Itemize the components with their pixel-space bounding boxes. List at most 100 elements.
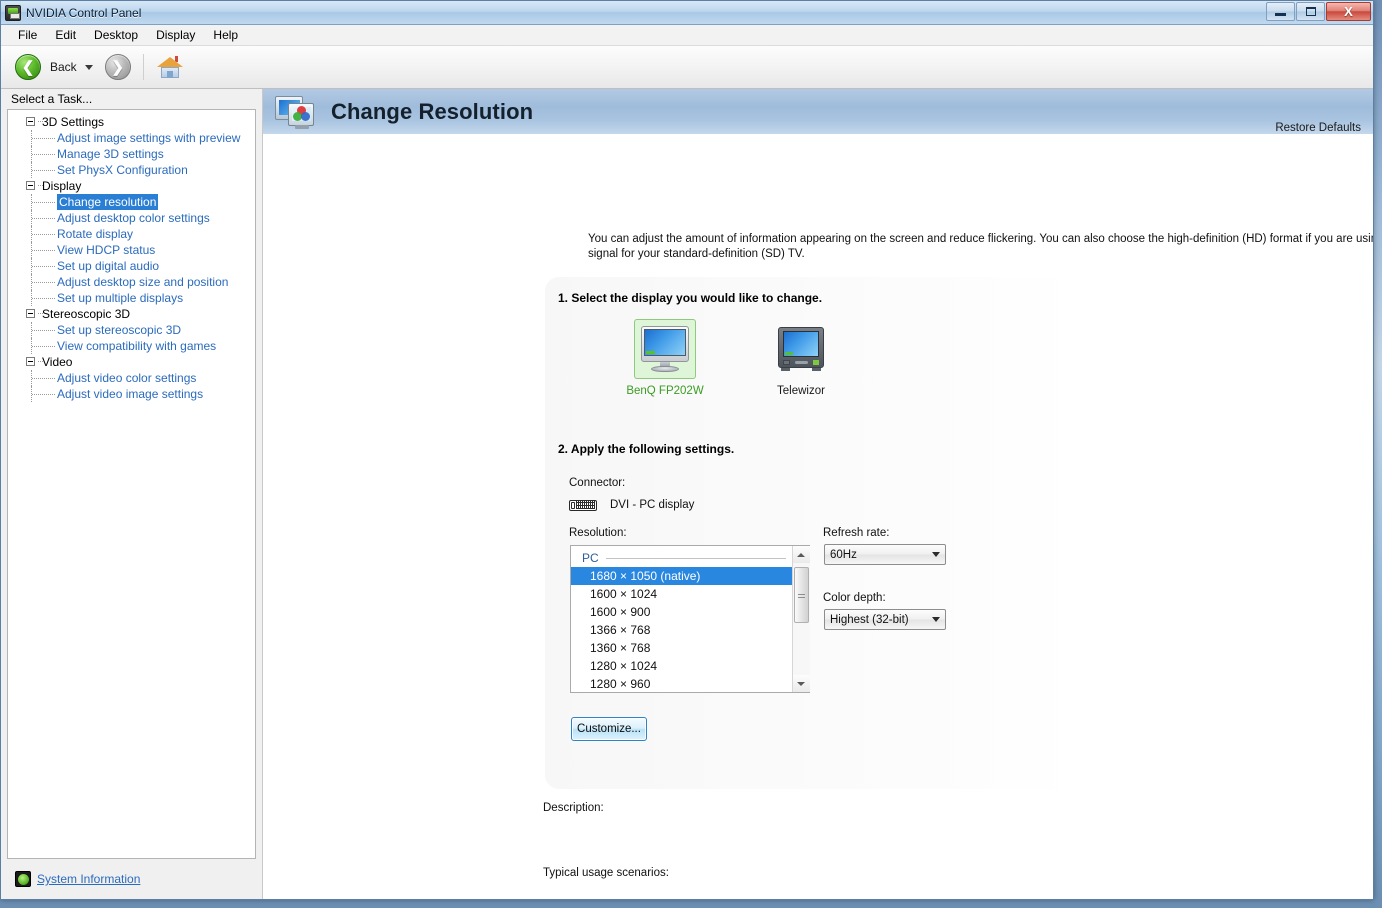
resolution-listbox[interactable]: PC 1680 × 1050 (native) 1600 × 1024 1600… — [570, 545, 810, 693]
customize-button[interactable]: Customize... — [571, 717, 647, 741]
tree-line-h — [32, 234, 55, 235]
chevron-down-icon[interactable] — [84, 64, 93, 70]
scrollbar-thumb[interactable] — [793, 567, 809, 623]
refresh-rate-dropdown[interactable]: 60Hz — [824, 544, 946, 565]
menu-item-file[interactable]: File — [9, 26, 46, 44]
settings-panel: 1. Select the display you would like to … — [545, 277, 1227, 789]
maximize-button[interactable] — [1296, 2, 1325, 21]
sidebar-item-label: Set up stereoscopic 3D — [57, 323, 182, 337]
typical-usage-label: Typical usage scenarios: — [543, 867, 669, 879]
color-depth-label: Color depth: — [823, 592, 886, 604]
resolution-item[interactable]: 1366 × 768 — [571, 621, 792, 639]
collapse-icon[interactable] — [26, 357, 35, 366]
resolution-item[interactable]: 1360 × 768 — [571, 639, 792, 657]
collapse-icon[interactable] — [26, 117, 35, 126]
resolution-list[interactable]: PC 1680 × 1050 (native) 1600 × 1024 1600… — [571, 546, 792, 692]
step1-label: 1. Select the display you would like to … — [558, 291, 823, 305]
tree-connector-line — [38, 121, 43, 122]
system-information-row[interactable]: System Information — [1, 859, 262, 899]
roof-icon — [156, 57, 183, 67]
tree-group-header-display[interactable]: Display — [8, 178, 255, 194]
tree-connector-line — [38, 361, 43, 362]
toolbar-separator — [142, 54, 144, 80]
sidebar-item-label: Adjust desktop size and position — [57, 275, 229, 289]
sidebar-item-label: Adjust video image settings — [57, 387, 204, 401]
sidebar-item-set-up-multiple-displays[interactable]: Set up multiple displays — [8, 290, 255, 306]
sidebar-item-change-resolution[interactable]: Change resolution — [8, 194, 255, 210]
sidebar-item-view-compatibility-with-games[interactable]: View compatibility with games — [8, 338, 255, 354]
main-area: Select a Task... 3D Settings Adjust imag… — [1, 89, 1373, 899]
sidebar-item-label: Set PhysX Configuration — [57, 163, 188, 177]
sidebar-item-label: Rotate display — [57, 227, 134, 241]
sidebar-item-adjust-desktop-color-settings[interactable]: Adjust desktop color settings — [8, 210, 255, 226]
sidebar-item-manage-3d-settings[interactable]: Manage 3D settings — [8, 146, 255, 162]
sidebar-item-adjust-image-settings[interactable]: Adjust image settings with preview — [8, 130, 255, 146]
sidebar-item-view-hdcp-status[interactable]: View HDCP status — [8, 242, 255, 258]
chevron-down-icon — [797, 681, 805, 686]
door-icon — [166, 71, 173, 78]
tree-line-h — [32, 202, 55, 203]
content-pane: Change Resolution Restore Defaults You c… — [263, 89, 1373, 899]
forward-arrow-icon: ❯ — [111, 58, 124, 76]
tree-group-stereoscopic-3d: Stereoscopic 3D Set up stereoscopic 3D V… — [8, 306, 255, 354]
collapse-icon[interactable] — [26, 309, 35, 318]
task-sidebar: Select a Task... 3D Settings Adjust imag… — [1, 89, 263, 899]
tree-group-3d-settings: 3D Settings Adjust image settings with p… — [8, 114, 255, 178]
resolution-item[interactable]: 1680 × 1050 (native) — [571, 567, 792, 585]
resolution-item[interactable]: 1600 × 1024 — [571, 585, 792, 603]
resolution-item[interactable]: 1280 × 1024 — [571, 657, 792, 675]
tree-line-h — [32, 154, 55, 155]
resolution-item[interactable]: 1600 × 900 — [571, 603, 792, 621]
display-color-icon — [275, 94, 317, 130]
connector-row: DVI - PC display — [569, 499, 694, 511]
resolution-scrollbar[interactable] — [792, 546, 810, 692]
maximize-icon — [1305, 7, 1316, 16]
home-button[interactable] — [156, 55, 183, 79]
sidebar-item-adjust-video-image-settings[interactable]: Adjust video image settings — [8, 386, 255, 402]
back-button[interactable]: ❮ — [15, 54, 41, 80]
sidebar-item-label: Set up multiple displays — [57, 291, 184, 305]
scroll-up-button[interactable] — [792, 546, 810, 563]
chevron-down-icon — [932, 617, 940, 622]
resolution-item[interactable]: 1280 × 960 — [571, 675, 792, 692]
sidebar-item-set-physx-configuration[interactable]: Set PhysX Configuration — [8, 162, 255, 178]
monitor-stand-icon — [295, 124, 309, 129]
rgb-circles-icon — [293, 105, 310, 122]
lcd-monitor-icon[interactable] — [634, 319, 696, 379]
connector-value: DVI - PC display — [610, 499, 695, 511]
menu-item-edit[interactable]: Edit — [46, 26, 85, 44]
sidebar-item-adjust-desktop-size-and-position[interactable]: Adjust desktop size and position — [8, 274, 255, 290]
forward-button[interactable]: ❯ — [104, 54, 131, 80]
crt-tv-icon[interactable] — [770, 319, 832, 379]
menu-item-help[interactable]: Help — [204, 26, 247, 44]
nvidia-icon — [5, 4, 21, 21]
display-selector: BenQ FP202W Telewizor — [626, 319, 837, 397]
refresh-rate-label: Refresh rate: — [823, 527, 890, 539]
tree-group-header-video[interactable]: Video — [8, 354, 255, 370]
back-label[interactable]: Back — [50, 60, 77, 74]
scroll-down-button[interactable] — [792, 675, 810, 692]
display-option-telewizor[interactable]: Telewizor — [765, 319, 837, 397]
menu-item-desktop[interactable]: Desktop — [85, 26, 147, 44]
tree-group-header-stereoscopic-3d[interactable]: Stereoscopic 3D — [8, 306, 255, 322]
sidebar-item-rotate-display[interactable]: Rotate display — [8, 226, 255, 242]
tree-group-header-3d-settings[interactable]: 3D Settings — [8, 114, 255, 130]
minimize-button[interactable] — [1266, 2, 1295, 21]
scrollbar-track[interactable] — [792, 563, 810, 675]
display-option-benq[interactable]: BenQ FP202W — [626, 319, 704, 397]
chevron-down-icon — [932, 552, 940, 557]
color-depth-dropdown[interactable]: Highest (32-bit) — [824, 609, 946, 630]
sidebar-item-adjust-video-color-settings[interactable]: Adjust video color settings — [8, 370, 255, 386]
tree-line-h — [32, 394, 55, 395]
tree-group-label: 3D Settings — [42, 115, 105, 129]
collapse-icon[interactable] — [26, 181, 35, 190]
tree-line-h — [32, 138, 55, 139]
connector-label: Connector: — [569, 477, 626, 489]
close-button[interactable]: X — [1326, 2, 1371, 21]
menu-item-display[interactable]: Display — [147, 26, 204, 44]
restore-defaults-link[interactable]: Restore Defaults — [1275, 122, 1361, 134]
sidebar-item-set-up-digital-audio[interactable]: Set up digital audio — [8, 258, 255, 274]
intro-description: You can adjust the amount of information… — [588, 233, 1373, 260]
sidebar-item-set-up-stereoscopic-3d[interactable]: Set up stereoscopic 3D — [8, 322, 255, 338]
system-information-link[interactable]: System Information — [37, 872, 140, 886]
